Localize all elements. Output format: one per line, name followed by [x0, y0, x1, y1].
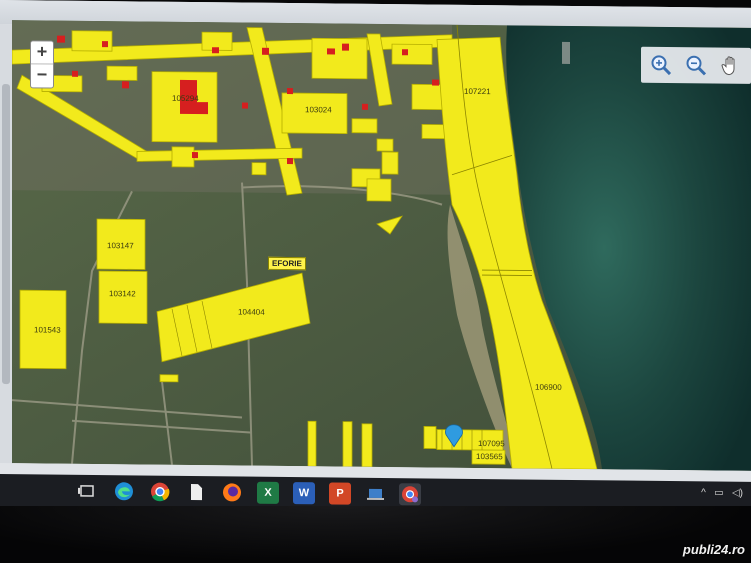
chrome-icon[interactable] — [149, 481, 171, 503]
excel-icon[interactable]: X — [257, 481, 279, 504]
zoom-in-icon[interactable] — [649, 53, 673, 77]
edge-icon[interactable] — [113, 480, 135, 502]
chevron-up-icon[interactable]: ^ — [701, 487, 706, 498]
parcel-label: 107221 — [464, 86, 491, 97]
parcel-label: 103142 — [109, 289, 136, 299]
monitor-bezel — [0, 506, 751, 563]
parcel-label: 101543 — [34, 325, 61, 335]
file-icon[interactable] — [185, 481, 207, 503]
parcel-label: 103024 — [305, 105, 332, 115]
system-tray: ^ ▭ ◁) — [701, 487, 743, 498]
monitor-screen: 105294 103024 107221 103147 103142 10154… — [0, 0, 751, 520]
firefox-icon[interactable] — [221, 481, 243, 503]
zoom-in-button[interactable]: + — [31, 41, 53, 63]
cadastral-map[interactable]: 105294 103024 107221 103147 103142 10154… — [12, 20, 751, 471]
parcel-label: 105294 — [172, 93, 199, 104]
parcel-label: 103565 — [476, 451, 503, 462]
parcel-label: 107095 — [478, 439, 505, 449]
chrome-profile-icon[interactable] — [399, 483, 421, 506]
task-view-icon[interactable] — [76, 480, 98, 502]
powerpoint-icon[interactable]: P — [329, 482, 351, 505]
zoom-control: + − — [30, 40, 54, 89]
parcel-label: 106900 — [535, 382, 562, 392]
map-toolbar — [641, 46, 751, 84]
watermark: publi24.ro — [682, 542, 745, 557]
notification-icon[interactable]: ▭ — [714, 487, 723, 498]
volume-icon[interactable]: ◁) — [732, 488, 743, 499]
zoom-out-icon[interactable] — [684, 53, 708, 77]
network-icon[interactable] — [365, 483, 387, 505]
parcel-label: 103147 — [107, 241, 134, 251]
parcel-label: 104404 — [238, 307, 265, 317]
place-label: EFORIE — [268, 256, 306, 271]
word-icon[interactable]: W — [293, 482, 315, 505]
zoom-out-button[interactable]: − — [31, 63, 53, 87]
pier — [562, 41, 570, 64]
scrollbar-thumb[interactable] — [2, 84, 10, 385]
pan-hand-icon[interactable] — [719, 54, 743, 78]
